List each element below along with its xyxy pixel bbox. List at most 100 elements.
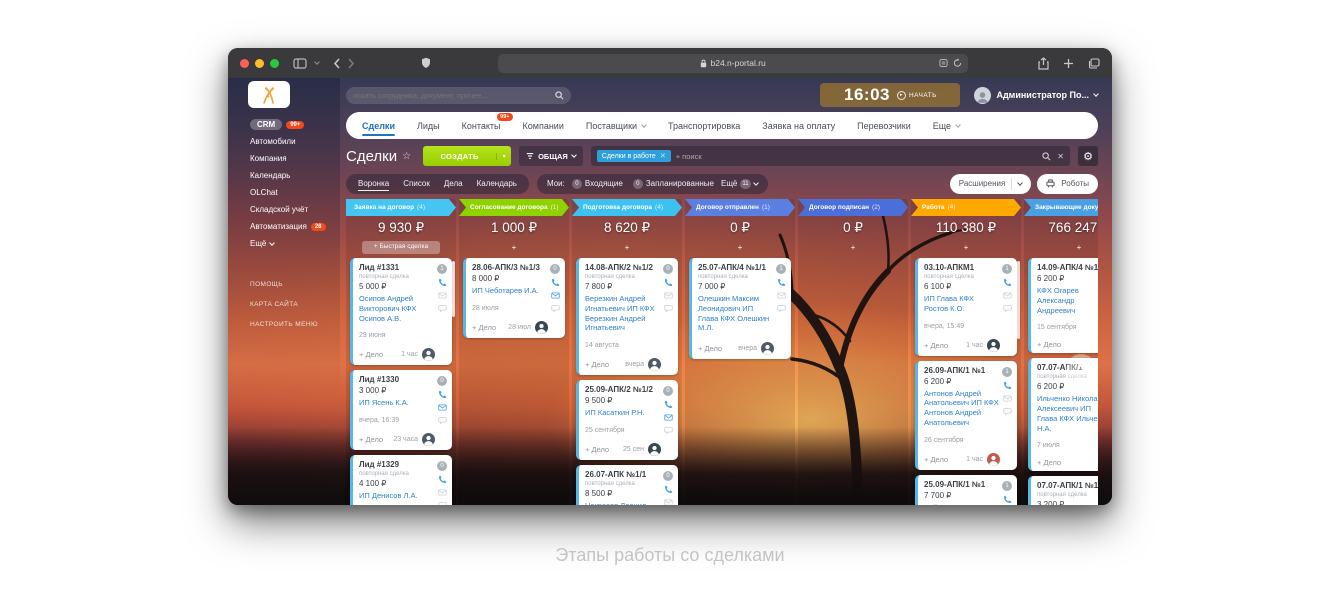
add-activity-link[interactable]: + Дело xyxy=(359,435,383,444)
add-activity-link[interactable]: + Дело xyxy=(359,350,383,359)
start-workday-button[interactable]: ▸ НАЧАТЬ xyxy=(896,90,937,100)
phone-icon[interactable] xyxy=(777,278,786,287)
phone-icon[interactable] xyxy=(664,278,673,287)
deal-card[interactable]: 25.07-АПК/4 №1/1 повторная сделка 7 000 … xyxy=(689,258,791,359)
sidebar-footer-item[interactable]: настроить меню xyxy=(250,314,340,334)
sidebar-item[interactable]: OLChat xyxy=(250,184,340,201)
counter-item[interactable]: 0 Входящие xyxy=(571,178,623,189)
nav-tab[interactable]: Заявка на оплату xyxy=(762,112,835,139)
nav-tab[interactable]: Лиды xyxy=(417,112,440,139)
minimize-window-button[interactable] xyxy=(255,58,264,68)
mail-icon[interactable] xyxy=(437,403,447,412)
deal-client-link[interactable]: ИП Глава КФХ Ростов К.О. xyxy=(924,294,1000,314)
sidebar-toggle-icon[interactable] xyxy=(293,57,307,69)
create-deal-button[interactable]: СОЗДАТЬ ▾ xyxy=(423,146,512,166)
new-tab-icon[interactable] xyxy=(1063,57,1074,70)
deal-client-link[interactable]: Бойко Роман Викторович ИП Бойко Р.В. xyxy=(924,503,1000,506)
deal-client-link[interactable]: ИП Касаткин Р.Н. xyxy=(585,408,661,418)
tab-overview-icon[interactable] xyxy=(1088,57,1100,70)
mail-icon[interactable] xyxy=(663,291,673,300)
deal-client-link[interactable]: Некрасов Леонид Викторович xyxy=(585,501,661,505)
avatar[interactable] xyxy=(535,320,548,334)
add-deal-button[interactable]: + xyxy=(459,240,569,255)
avatar[interactable] xyxy=(648,358,661,371)
mail-icon[interactable] xyxy=(437,488,447,497)
sidebar-footer-item[interactable]: карта сайта xyxy=(250,294,340,314)
mail-icon[interactable] xyxy=(550,291,560,300)
avatar[interactable] xyxy=(422,433,435,446)
view-tab[interactable]: Календарь xyxy=(477,177,517,190)
sidebar-item[interactable]: Календарь xyxy=(250,167,340,184)
deal-client-link[interactable]: КФХ Огарев Александр Андреевич xyxy=(1037,286,1098,315)
board-scroll-right-button[interactable] xyxy=(1066,354,1096,384)
zoom-window-button[interactable] xyxy=(270,58,279,68)
phone-icon[interactable] xyxy=(664,400,673,409)
chat-icon[interactable] xyxy=(437,304,447,313)
mail-icon[interactable] xyxy=(1002,291,1012,300)
sidebar-item[interactable]: Компания xyxy=(250,150,340,167)
mail-icon[interactable] xyxy=(776,291,786,300)
view-tab[interactable]: Воронка xyxy=(358,177,390,191)
deal-card[interactable]: 14.09-АПК/4 №1 6 200 ₽ КФХ Огарев Алекса… xyxy=(1028,258,1098,354)
favorite-star-icon[interactable]: ☆ xyxy=(402,151,411,162)
deal-card[interactable]: 25.09-АПК/2 №1/2 9 500 ₽ ИП Касаткин Р.Н… xyxy=(576,380,678,460)
forward-button[interactable] xyxy=(348,57,355,69)
extensions-button[interactable]: Расширения xyxy=(949,173,1032,194)
address-bar-icons[interactable] xyxy=(939,58,962,68)
phone-icon[interactable] xyxy=(438,278,447,287)
deal-card[interactable]: Лид #1331 повторная сделка 5 000 ₽ Осипо… xyxy=(350,258,452,366)
sidebar-footer-item[interactable]: помощь xyxy=(250,274,340,294)
add-activity-link[interactable]: + Дело xyxy=(585,445,609,454)
worktime-widget[interactable]: 16:03 ▸ НАЧАТЬ xyxy=(820,83,961,107)
deal-card[interactable]: Лид #1330 3 000 ₽ ИП Ясень К.А. вчера, 1… xyxy=(350,370,452,450)
kanban-column-header[interactable]: Работа 4 xyxy=(911,199,1021,216)
create-dropdown-arrow[interactable]: ▾ xyxy=(496,152,511,160)
avatar[interactable] xyxy=(987,338,1000,352)
deal-card[interactable]: 03.10-АПКМ1 повторная сделка 6 100 ₽ ИП … xyxy=(915,258,1017,356)
kanban-column-header[interactable]: Согласование договора 1 xyxy=(459,199,569,216)
sidebar-item[interactable]: Автомобили xyxy=(250,133,340,150)
chat-icon[interactable] xyxy=(550,304,560,313)
deal-client-link[interactable]: ИП Денисов Л.А. xyxy=(359,491,435,501)
add-activity-link[interactable]: + Дело xyxy=(472,323,496,332)
add-activity-link[interactable]: + Дело xyxy=(698,344,722,353)
mail-icon[interactable] xyxy=(663,498,673,505)
sidebar-item[interactable]: CRM 99+ xyxy=(250,116,340,133)
global-search[interactable] xyxy=(346,86,571,104)
remove-filter-icon[interactable]: ✕ xyxy=(660,152,666,160)
chat-icon[interactable] xyxy=(776,304,786,313)
add-activity-link[interactable]: + Дело xyxy=(924,455,948,464)
nav-tab[interactable]: Сделки xyxy=(362,112,395,139)
shield-icon[interactable] xyxy=(421,57,431,69)
chat-icon[interactable] xyxy=(663,426,673,435)
nav-tab[interactable]: Транспортировка xyxy=(668,112,740,139)
deal-card[interactable]: Лид #1329 повторная сделка 4 100 ₽ ИП Де… xyxy=(350,455,452,505)
avatar[interactable] xyxy=(422,348,435,362)
chat-icon[interactable] xyxy=(437,416,447,425)
avatar[interactable] xyxy=(987,452,1000,466)
phone-icon[interactable] xyxy=(1003,495,1012,504)
close-window-button[interactable] xyxy=(240,58,249,68)
add-activity-link[interactable]: + Дело xyxy=(1037,340,1061,349)
deal-client-link[interactable]: ИП Чеботарев И.А. xyxy=(472,286,548,296)
phone-icon[interactable] xyxy=(1003,381,1012,390)
counter-item[interactable]: 0 Запланированные xyxy=(632,178,714,189)
add-deal-button[interactable]: + xyxy=(572,240,682,255)
kanban-column-header[interactable]: Договор подписан 2 xyxy=(798,199,908,216)
kanban-column-header[interactable]: Заявка на договор 4 xyxy=(346,199,456,216)
clear-filter-icon[interactable]: ✕ xyxy=(1057,152,1064,161)
deal-client-link[interactable]: Березкин Андрей Игнатьевич ИП КФХ Березк… xyxy=(585,294,661,333)
phone-icon[interactable] xyxy=(438,390,447,399)
add-activity-link[interactable]: + Дело xyxy=(1037,458,1061,467)
add-deal-button[interactable]: + xyxy=(685,240,795,255)
search-icon[interactable] xyxy=(1042,151,1051,161)
view-tab[interactable]: Дела xyxy=(444,177,463,190)
chat-icon[interactable] xyxy=(1002,304,1012,313)
sidebar-item[interactable]: Складской учёт xyxy=(250,201,340,218)
user-menu[interactable]: Администратор По... xyxy=(974,86,1099,104)
deal-card[interactable]: 28.06-АПК/3 №1/3 8 000 ₽ ИП Чеботарев И.… xyxy=(463,258,565,338)
share-icon[interactable] xyxy=(1038,56,1049,70)
chevron-down-icon[interactable] xyxy=(314,59,320,65)
add-deal-button[interactable]: + xyxy=(911,240,1021,255)
deal-client-link[interactable]: ИП Ясень К.А. xyxy=(359,398,435,408)
